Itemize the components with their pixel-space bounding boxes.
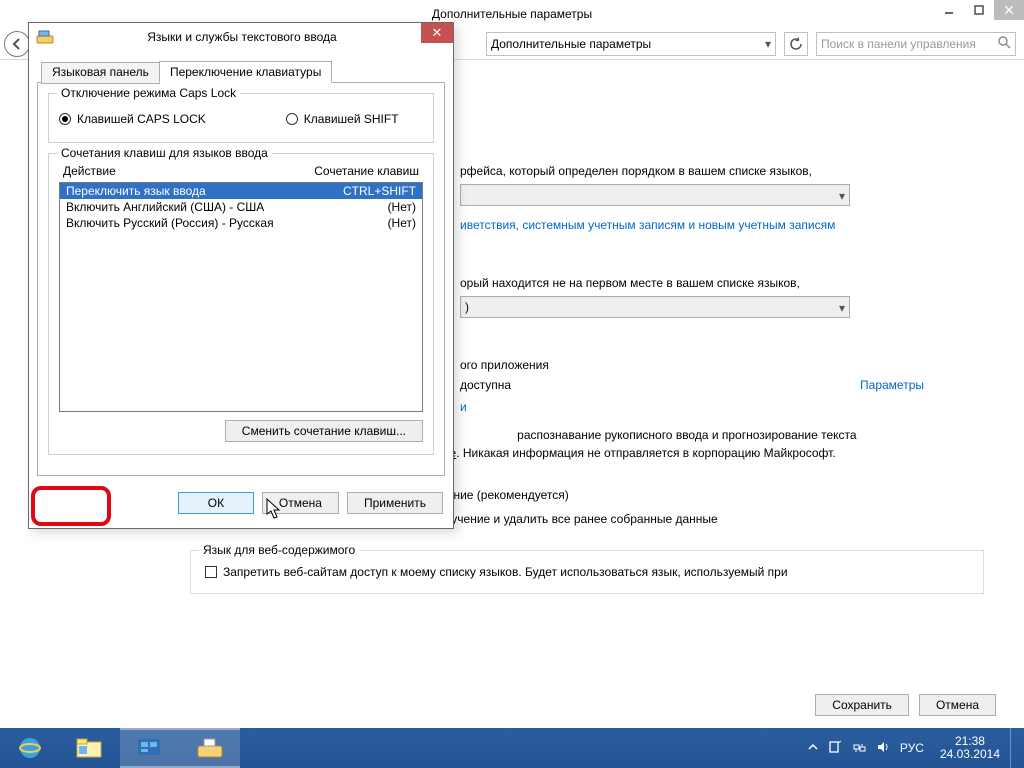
capslock-group-legend: Отключение режима Caps Lock xyxy=(57,86,240,100)
cancel-button[interactable]: Отмена xyxy=(919,694,996,716)
show-desktop-button[interactable] xyxy=(1010,728,1018,768)
welcome-accounts-link[interactable]: иветствия, системным учетным записям и н… xyxy=(460,218,835,232)
dialog-titlebar: Языки и службы текстового ввода ✕ xyxy=(29,23,453,51)
hotkey-cell: (Нет) xyxy=(388,216,416,230)
interface-lang-combo[interactable]: ▾ xyxy=(460,184,850,206)
tray-date: 24.03.2014 xyxy=(940,748,1000,761)
apply-button[interactable]: Применить xyxy=(347,492,443,514)
action-cell: Переключить язык ввода xyxy=(66,184,343,198)
shift-key-radio[interactable] xyxy=(286,113,298,125)
partial-link[interactable]: и xyxy=(460,400,467,414)
web-lang-group-legend: Язык для веб-содержимого xyxy=(199,543,359,557)
list-item[interactable]: Включить Русский (Россия) - Русская (Нет… xyxy=(60,215,422,231)
dialog-tabs: Языковая панель Переключение клавиатуры xyxy=(41,60,445,83)
capslock-key-label: Клавишей CAPS LOCK xyxy=(77,112,206,126)
hotkey-cell: (Нет) xyxy=(388,200,416,214)
breadcrumb-field[interactable]: Дополнительные параметры ▾ xyxy=(486,32,776,56)
tray-volume-icon[interactable] xyxy=(876,740,890,757)
chevron-down-icon: ▾ xyxy=(839,301,845,315)
app-section-text: ого приложения xyxy=(460,358,984,372)
text-services-dialog: Языки и службы текстового ввода ✕ Языков… xyxy=(28,22,454,529)
action-cell: Включить Английский (США) - США xyxy=(66,200,388,214)
tray-clock[interactable]: 21:38 24.03.2014 xyxy=(940,735,1000,761)
taskbar-keyboard-icon[interactable] xyxy=(180,728,240,768)
tray-chevron-up-icon[interactable] xyxy=(808,741,818,755)
window-minimize-button[interactable] xyxy=(934,0,964,20)
search-placeholder: Поиск в панели управления xyxy=(821,37,976,51)
system-tray: РУС 21:38 24.03.2014 xyxy=(808,728,1024,768)
tab-language-bar[interactable]: Языковая панель xyxy=(41,62,160,84)
ok-highlight-annotation xyxy=(31,486,111,526)
tray-action-center-icon[interactable] xyxy=(828,740,842,757)
window-close-button[interactable]: ✕ xyxy=(994,0,1024,20)
taskbar-ie-icon[interactable] xyxy=(0,728,60,768)
back-button[interactable] xyxy=(4,31,30,57)
interface-lang-text: рфейса, который определен порядком в ваш… xyxy=(460,164,984,178)
dialog-title: Языки и службы текстового ввода xyxy=(61,30,453,44)
change-hotkey-button[interactable]: Сменить сочетание клавиш... xyxy=(225,420,423,442)
override-lang-text: орый находится не на первом месте в ваше… xyxy=(460,276,984,290)
window-maximize-button[interactable] xyxy=(964,0,994,20)
tray-network-icon[interactable] xyxy=(852,740,866,757)
save-button[interactable]: Сохранить xyxy=(815,694,909,716)
action-cell: Включить Русский (Россия) - Русская xyxy=(66,216,388,230)
taskbar: РУС 21:38 24.03.2014 xyxy=(0,728,1024,768)
keyboard-language-icon xyxy=(35,27,55,47)
chevron-down-icon[interactable]: ▾ xyxy=(765,37,771,51)
hotkeys-group-legend: Сочетания клавиш для языков ввода xyxy=(57,146,272,160)
capslock-group: Отключение режима Caps Lock Клавишей CAP… xyxy=(48,93,434,143)
avail-text: доступна xyxy=(460,378,511,392)
refresh-button[interactable] xyxy=(784,32,808,56)
capslock-key-radio[interactable] xyxy=(59,113,71,125)
taskbar-control-panel-icon[interactable] xyxy=(120,728,180,768)
params-link[interactable]: Параметры xyxy=(860,378,924,392)
block-websites-checkbox[interactable] xyxy=(205,566,217,578)
list-item[interactable]: Включить Английский (США) - США (Нет) xyxy=(60,199,422,215)
hotkeys-group: Сочетания клавиш для языков ввода Действ… xyxy=(48,153,434,455)
col-action-header: Действие xyxy=(63,164,314,178)
dialog-button-row: ОК Отмена Применить xyxy=(37,492,445,516)
tab-keyboard-switching[interactable]: Переключение клавиатуры xyxy=(159,61,332,83)
col-hotkey-header: Сочетание клавиш xyxy=(314,164,419,178)
hotkey-cell: CTRL+SHIFT xyxy=(343,184,416,198)
block-websites-label: Запретить веб-сайтам доступ к моему спис… xyxy=(223,565,788,579)
dialog-close-button[interactable]: ✕ xyxy=(421,23,453,43)
search-input[interactable]: Поиск в панели управления xyxy=(816,32,1016,56)
tray-language-indicator[interactable]: РУС xyxy=(900,741,924,755)
breadcrumb-text: Дополнительные параметры xyxy=(491,37,651,51)
taskbar-explorer-icon[interactable] xyxy=(60,728,120,768)
ok-button[interactable]: ОК xyxy=(178,492,254,514)
hotkeys-listbox[interactable]: Переключить язык ввода CTRL+SHIFT Включи… xyxy=(59,182,423,412)
override-combo-value: ) xyxy=(465,300,469,314)
outer-window-title: Дополнительные параметры xyxy=(432,7,592,21)
dialog-cancel-button[interactable]: Отмена xyxy=(262,492,339,514)
chevron-down-icon: ▾ xyxy=(839,189,845,203)
list-item[interactable]: Переключить язык ввода CTRL+SHIFT xyxy=(60,183,422,199)
override-lang-combo[interactable]: ) ▾ xyxy=(460,296,850,318)
shift-key-label: Клавишей SHIFT xyxy=(304,112,399,126)
tab-pane: Отключение режима Caps Lock Клавишей CAP… xyxy=(37,82,445,476)
search-icon xyxy=(998,36,1011,52)
